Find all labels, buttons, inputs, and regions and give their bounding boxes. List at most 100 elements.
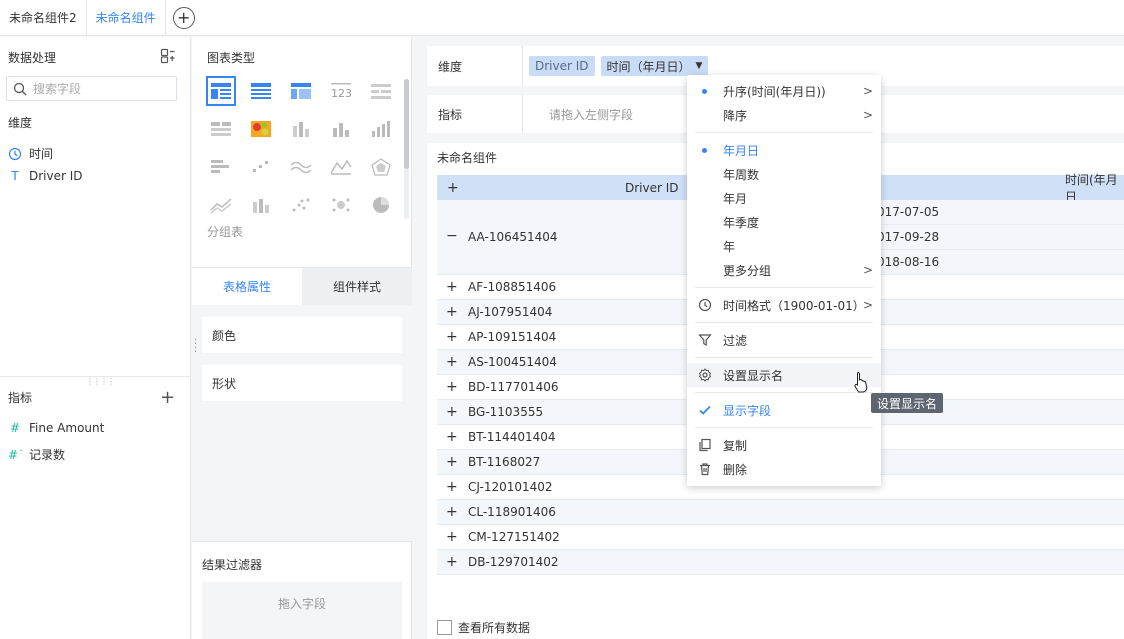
group-driver-id: AA-106451404 xyxy=(468,230,558,244)
data-edit-icon[interactable] xyxy=(160,48,176,64)
header-driver-id[interactable]: Driver ID xyxy=(625,181,679,195)
drag-handle-icon[interactable]: ⋮⋮⋮⋮ xyxy=(86,377,115,386)
caret-down-icon[interactable]: ▼ xyxy=(696,61,703,71)
menu-item-delete[interactable]: 删除 xyxy=(687,457,881,481)
chart-type-line[interactable] xyxy=(286,152,316,182)
expand-icon[interactable]: + xyxy=(446,279,458,295)
field-label: Fine Amount xyxy=(29,421,105,435)
chart-type-heatmap[interactable] xyxy=(246,114,276,144)
row-driver-id: AJ-107951404 xyxy=(468,305,553,319)
data-panel: 数据处理 搜索字段 维度 时间 T Driver ID ⋮⋮⋮⋮ 指标 + # … xyxy=(0,37,191,639)
area-chart-icon xyxy=(330,159,352,175)
menu-item-year-quarter[interactable]: 年季度 xyxy=(687,210,881,234)
chart-type-column[interactable] xyxy=(366,114,396,144)
chart-type-text[interactable] xyxy=(366,76,396,106)
dimension-bar-label: 维度 xyxy=(427,46,523,86)
tab-table-properties[interactable]: 表格属性 xyxy=(192,268,302,305)
expand-icon[interactable]: + xyxy=(446,529,458,545)
menu-item-time-format[interactable]: 时间格式（1900-01-01） > xyxy=(687,293,881,317)
menu-item-copy[interactable]: 复制 xyxy=(687,433,881,457)
scatter-chart-icon xyxy=(292,198,310,212)
side-drag-handle-icon[interactable]: · · · · xyxy=(194,336,197,358)
tooltip: 设置显示名 xyxy=(871,393,944,413)
expand-icon[interactable]: + xyxy=(446,404,458,420)
chart-type-scatter[interactable] xyxy=(286,190,316,220)
pill-label: Driver ID xyxy=(535,59,589,73)
chart-type-horizontal-bar[interactable] xyxy=(206,152,236,182)
bar-chart-icon xyxy=(333,123,349,137)
expand-icon[interactable]: + xyxy=(446,454,458,470)
props-tabs: 表格属性 组件样式 xyxy=(192,267,412,305)
menu-divider xyxy=(695,427,873,428)
collapse-icon[interactable]: − xyxy=(446,228,458,244)
menu-item-sort-asc[interactable]: 升序(时间(年月日)) > xyxy=(687,79,881,103)
chart-type-kpi-table[interactable] xyxy=(206,114,236,144)
prop-color[interactable]: 颜色 xyxy=(202,317,402,353)
search-input[interactable]: 搜索字段 xyxy=(6,76,177,101)
field-label: Driver ID xyxy=(29,169,83,183)
chart-type-bar[interactable] xyxy=(326,114,356,144)
result-filter-dropzone[interactable]: 拖入字段 xyxy=(202,582,402,639)
chart-type-group-table[interactable] xyxy=(206,76,236,106)
expand-icon[interactable]: + xyxy=(446,429,458,445)
tab-component-2[interactable]: 未命名组件2 xyxy=(0,0,87,35)
menu-item-more-groups[interactable]: 更多分组 > xyxy=(687,258,881,282)
menu-item-sort-desc[interactable]: 降序 > xyxy=(687,103,881,127)
field-fine-amount[interactable]: # Fine Amount xyxy=(8,421,104,435)
table-row: + CL-118901406 xyxy=(437,500,1124,525)
dimension-pill-time[interactable]: 时间（年月日） ▼ xyxy=(600,56,709,76)
menu-item-filter[interactable]: 过滤 xyxy=(687,328,881,352)
expand-icon[interactable]: + xyxy=(446,554,458,570)
chart-type-stacked-bar[interactable] xyxy=(286,114,316,144)
expand-icon[interactable]: + xyxy=(446,379,458,395)
svg-text:123: 123 xyxy=(331,87,352,100)
expand-icon[interactable]: + xyxy=(446,479,458,495)
chart-type-combo-bar[interactable] xyxy=(246,190,276,220)
chart-type-cross-table[interactable] xyxy=(286,76,316,106)
field-record-count[interactable]: #˙ 记录数 xyxy=(8,446,65,463)
chart-type-radar[interactable] xyxy=(366,152,396,182)
chart-type-scroll-thumb[interactable] xyxy=(404,79,409,169)
dimension-pill-driver-id[interactable]: Driver ID xyxy=(529,56,595,76)
row-driver-id: CJ-120101402 xyxy=(468,480,553,494)
expand-icon[interactable]: + xyxy=(446,504,458,520)
menu-item-year-month[interactable]: 年月 xyxy=(687,186,881,210)
menu-item-year-week[interactable]: 年周数 xyxy=(687,162,881,186)
metric-dropzone[interactable]: 请拖入左侧字段 xyxy=(549,106,633,123)
pie-chart-icon xyxy=(373,197,389,213)
field-label: 记录数 xyxy=(29,448,66,462)
add-metric-button[interactable]: + xyxy=(160,387,175,408)
menu-item-ymd[interactable]: 年月日 xyxy=(687,138,881,162)
hand-cursor-icon xyxy=(854,371,868,393)
prop-shape[interactable]: 形状 xyxy=(202,365,402,401)
chart-type-pie[interactable] xyxy=(366,190,396,220)
chart-type-title: 图表类型 xyxy=(207,51,256,65)
chart-type-detail-table[interactable] xyxy=(246,76,276,106)
menu-item-set-display-name[interactable]: 设置显示名 xyxy=(687,363,881,387)
chart-type-area[interactable] xyxy=(326,152,356,182)
menu-item-year[interactable]: 年 xyxy=(687,234,881,258)
expand-icon[interactable]: + xyxy=(446,304,458,320)
checkbox-icon[interactable] xyxy=(437,620,452,635)
see-all-data-checkbox[interactable]: 查看所有数据 xyxy=(437,619,530,636)
field-time[interactable]: 时间 xyxy=(8,145,53,162)
table-row: + CM-127151402 xyxy=(437,525,1124,550)
tab-component-style[interactable]: 组件样式 xyxy=(302,268,412,305)
menu-label: 升序(时间(年月日)) xyxy=(723,84,826,99)
chart-type-dot[interactable] xyxy=(246,152,276,182)
expand-icon[interactable]: + xyxy=(446,329,458,345)
add-tab-button[interactable]: + xyxy=(166,0,202,35)
field-driver-id[interactable]: T Driver ID xyxy=(8,169,83,183)
component-title[interactable]: 未命名组件 xyxy=(437,149,497,166)
expand-icon[interactable]: + xyxy=(446,354,458,370)
menu-item-show-field[interactable]: 显示字段 xyxy=(687,398,881,422)
detail-table-icon xyxy=(251,83,271,99)
chart-type-kpi[interactable]: 123 xyxy=(326,76,356,106)
chart-type-range-area[interactable] xyxy=(206,190,236,220)
plus-icon: + xyxy=(172,6,195,29)
chart-config-panel: 图表类型 123 分组表 表格属性 组件样式 颜色 形状 · · · · 结果过滤器 … xyxy=(192,37,412,639)
menu-divider xyxy=(695,322,873,323)
expand-all-icon[interactable]: + xyxy=(447,180,459,196)
tab-component[interactable]: 未命名组件 xyxy=(86,0,166,35)
chart-type-bubble[interactable] xyxy=(326,190,356,220)
